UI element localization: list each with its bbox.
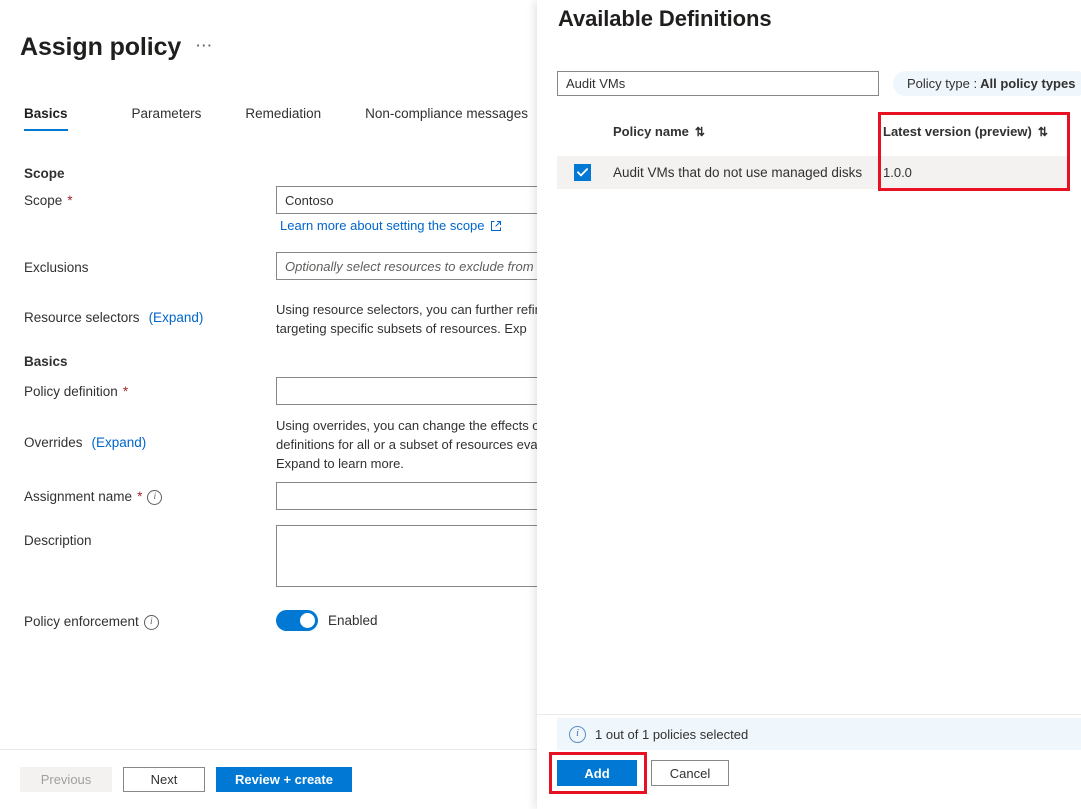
- previous-button[interactable]: Previous: [20, 767, 112, 792]
- checkmark-icon: [577, 168, 588, 177]
- tab-non-compliance-messages[interactable]: Non-compliance messages: [365, 106, 537, 131]
- row-checkbox[interactable]: [574, 164, 591, 181]
- toggle-knob: [300, 613, 315, 628]
- resource-selectors-description: Using resource selectors, you can furthe…: [276, 300, 537, 338]
- screen-root: Assign policy ⋯ Basics Parameters Remedi…: [0, 0, 1081, 809]
- panel-title: Available Definitions: [558, 6, 771, 32]
- page-title-row: Assign policy ⋯: [20, 32, 213, 62]
- scope-required-marker: *: [67, 193, 72, 208]
- resource-selectors-expand-link[interactable]: (Expand): [149, 310, 204, 325]
- learn-more-scope-link[interactable]: Learn more about setting the scope: [280, 218, 502, 233]
- selection-info-text: 1 out of 1 policies selected: [595, 727, 748, 742]
- policy-enforcement-label-text: Policy enforcement: [24, 614, 139, 629]
- review-create-button[interactable]: Review + create: [216, 767, 352, 792]
- scope-section-heading: Scope: [24, 166, 65, 181]
- description-label: Description: [24, 533, 92, 548]
- info-icon: i: [569, 726, 586, 743]
- table-header-row: Policy name ⇅ Latest version (preview) ⇅: [557, 118, 1069, 150]
- selection-info-bar: i 1 out of 1 policies selected: [557, 718, 1081, 750]
- overrides-label: Overrides (Expand): [24, 435, 146, 450]
- assign-policy-blade: Assign policy ⋯ Basics Parameters Remedi…: [0, 0, 537, 809]
- description-textarea[interactable]: [276, 525, 537, 587]
- assignment-name-label: Assignment name * i: [24, 489, 162, 504]
- tab-parameters[interactable]: Parameters: [132, 106, 220, 131]
- scope-field-label: Scope *: [24, 193, 73, 208]
- policy-definition-input[interactable]: [276, 377, 537, 405]
- scope-label-text: Scope: [24, 193, 62, 208]
- assignment-name-info-icon[interactable]: i: [147, 490, 162, 505]
- sort-icon: ⇅: [1038, 125, 1048, 139]
- footer-divider: [0, 749, 537, 750]
- blade-tabs: Basics Parameters Remediation Non-compli…: [24, 106, 537, 131]
- policy-type-filter-lead: Policy type :: [907, 76, 977, 91]
- more-options-icon[interactable]: ⋯: [195, 36, 213, 56]
- assignment-name-input[interactable]: [276, 482, 537, 510]
- overrides-description: Using overrides, you can change the effe…: [276, 416, 537, 473]
- policy-enforcement-toggle-wrap: Enabled: [276, 610, 378, 631]
- assignment-name-label-text: Assignment name: [24, 489, 132, 504]
- policy-type-filter-value: All policy types: [980, 76, 1075, 91]
- next-button[interactable]: Next: [123, 767, 205, 792]
- cell-latest-version: 1.0.0: [883, 165, 912, 180]
- column-header-latest-version[interactable]: Latest version (preview) ⇅: [883, 124, 1048, 139]
- external-link-icon: [490, 220, 502, 232]
- policy-definition-label: Policy definition *: [24, 384, 128, 399]
- add-button[interactable]: Add: [557, 760, 637, 786]
- cancel-button[interactable]: Cancel: [651, 760, 729, 786]
- policy-enforcement-label: Policy enforcement i: [24, 614, 159, 629]
- cell-policy-name: Audit VMs that do not use managed disks: [613, 165, 862, 180]
- scope-input[interactable]: [276, 186, 537, 214]
- policy-enforcement-info-icon[interactable]: i: [144, 615, 159, 630]
- definitions-table: Policy name ⇅ Latest version (preview) ⇅…: [557, 118, 1069, 150]
- blade-footer-buttons: Previous Next Review + create: [20, 767, 352, 792]
- tab-remediation[interactable]: Remediation: [245, 106, 339, 131]
- resource-selectors-label-text: Resource selectors: [24, 310, 140, 325]
- resource-selectors-label: Resource selectors (Expand): [24, 310, 203, 325]
- overrides-label-text: Overrides: [24, 435, 83, 450]
- learn-more-scope-label: Learn more about setting the scope: [280, 218, 485, 233]
- policy-type-filter-pill[interactable]: Policy type : All policy types: [893, 71, 1081, 96]
- table-row[interactable]: Audit VMs that do not use managed disks …: [557, 156, 1069, 189]
- panel-bottom-divider: [537, 714, 1081, 715]
- page-title: Assign policy: [20, 32, 181, 62]
- available-definitions-panel: Available Definitions Policy type : All …: [537, 0, 1081, 809]
- column-header-policy-name-label: Policy name: [613, 124, 689, 139]
- column-header-latest-version-label: Latest version (preview): [883, 124, 1032, 139]
- panel-action-buttons: Add Cancel: [557, 760, 729, 786]
- basics-section-heading: Basics: [24, 354, 68, 369]
- policy-definition-required-marker: *: [123, 384, 128, 399]
- overrides-expand-link[interactable]: (Expand): [92, 435, 147, 450]
- tab-basics[interactable]: Basics: [24, 106, 86, 131]
- exclusions-input[interactable]: [276, 252, 537, 280]
- search-input[interactable]: [557, 71, 879, 96]
- policy-enforcement-state-label: Enabled: [328, 613, 378, 628]
- policy-enforcement-toggle[interactable]: [276, 610, 318, 631]
- exclusions-label: Exclusions: [24, 260, 89, 275]
- column-header-policy-name[interactable]: Policy name ⇅: [613, 124, 705, 139]
- sort-icon: ⇅: [695, 125, 705, 139]
- policy-definition-label-text: Policy definition: [24, 384, 118, 399]
- assignment-name-required-marker: *: [137, 489, 142, 504]
